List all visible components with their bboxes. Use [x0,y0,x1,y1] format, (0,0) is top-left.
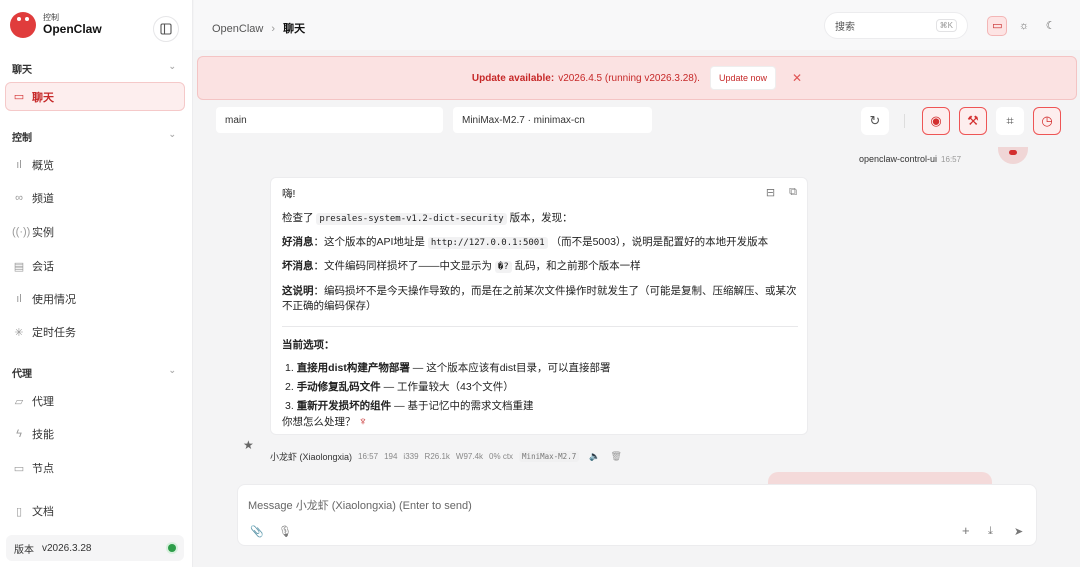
link-icon: ∞ [15,192,23,204]
signal-icon: ((·)) [12,226,31,238]
message-meta-user: openclaw-control-ui 16:57 [859,154,962,164]
attach-icon[interactable]: 📎 [250,525,264,538]
status-dot [168,544,176,552]
monitor-icon: ▭ [13,462,25,475]
sidebar-item-docs[interactable]: ▯ 文档 [12,499,180,523]
zap-icon: ϟ [16,428,22,440]
search-input[interactable]: 搜索 ⌘K [824,12,968,39]
breadcrumb-root[interactable]: OpenClaw [212,23,263,35]
theme-switcher: ▭ ☼ ☾ [984,12,1064,39]
spinner-icon: ✳ [14,326,24,339]
update-banner: Update available: v2026.4.5 (running v20… [197,56,1077,100]
star-icon[interactable]: ★ [243,438,254,452]
clock-icon: ◷ [1041,113,1053,128]
sun-icon[interactable]: ☼ [1014,16,1034,36]
chevron-down-icon: ⌄ [168,365,176,375]
topbar: OpenClaw › 聊天 搜索 ⌘K ▭ ☼ ☾ [194,0,1080,50]
message-line: 坏消息：文件编码同样损坏了——中文显示为 �? 乱码，和之前那个版本一样 [282,260,641,273]
sidebar-item-instances[interactable]: ((·)) 实例 [12,220,180,244]
sidebar-item-usage[interactable]: ıl 使用情况 [12,287,180,311]
lobster-icon: ♆ [358,414,368,428]
sidebar-item-channels[interactable]: ∞ 频道 [12,186,180,210]
version-badge: 版本 v2026.3.28 [6,535,184,561]
divider [904,114,905,128]
chevron-down-icon: ⌄ [168,129,176,139]
message-question: 你想怎么处理？ ♆ [282,414,368,428]
breadcrumb-current: 聊天 [283,23,306,35]
speaker-icon[interactable]: 🔈 [589,451,600,462]
list-item: 3. 重新开发损坏的组件 — 基于记忆中的需求文档重建 [285,400,534,412]
folder-icon: ▱ [14,395,24,408]
microphone-icon[interactable]: 🎙 [278,525,292,538]
history-button[interactable]: ◷ [1033,107,1061,135]
sidebar-item-agents[interactable]: ▱ 代理 [12,389,180,413]
assistant-message: ⊟ ⧉ 嗨! 检查了 presales-system-v1.2-dict-sec… [270,177,808,435]
message-meta-assistant: 小龙虾 (Xiaolongxia) 16:57 194 i339 R26.1k … [270,451,622,462]
sidebar-item-skills[interactable]: ϟ 技能 [12,422,180,446]
sidebar-item-nodes[interactable]: ▭ 节点 [12,456,180,480]
tools-toggle-button[interactable]: ⚒ [959,107,987,135]
avatar [998,147,1028,164]
brand[interactable]: 控制 OpenClaw [10,12,102,38]
refresh-button[interactable]: ↻ [861,107,889,135]
brain-icon: ◉ [930,113,942,128]
download-icon[interactable]: ⤓ [988,525,993,538]
lobster-logo-icon [10,12,36,38]
divider [282,326,798,327]
search-shortcut: ⌘K [935,19,957,32]
refresh-icon: ↻ [869,113,881,128]
chart-icon: ıl [16,293,22,305]
session-select[interactable]: main [216,107,443,133]
trash-icon[interactable]: 🗑 [610,451,621,462]
section-control[interactable]: 控制 ⌄ [12,129,180,144]
breadcrumb: OpenClaw › 聊天 [212,23,306,35]
chat-icon: ▭ [13,91,25,103]
section-chat[interactable]: 聊天 ⌄ [12,61,180,76]
message-composer[interactable]: Message 小龙虾 (Xiaolongxia) (Enter to send… [237,484,1037,546]
brand-name: OpenClaw [43,21,102,36]
moon-icon[interactable]: ☾ [1041,16,1061,36]
focus-icon: ⌗ [1006,113,1014,128]
banner-title: Update available: [471,72,555,84]
plus-icon[interactable]: + [962,523,970,538]
sidebar-item-overview[interactable]: ıl 概览 [12,153,180,177]
wrench-icon: ⚒ [967,113,979,128]
sidebar-toggle-icon [160,23,172,35]
collapse-sidebar-button[interactable] [153,16,179,42]
sidebar-item-chat[interactable]: ▭ 聊天 [5,82,185,111]
section-agents[interactable]: 代理 ⌄ [12,365,180,380]
options-title: 当前选项： [282,339,335,351]
send-icon[interactable]: ➤ [1014,525,1023,538]
update-now-button[interactable]: Update now [709,66,777,90]
sidebar-item-sessions[interactable]: ▤ 会话 [12,254,180,278]
message-line: 这说明：编码损坏不是今天操作导致的，而是在之前某次文件操作时就发生了（可能是复制… [282,285,797,312]
message-input[interactable]: Message 小龙虾 (Xiaolongxia) (Enter to send… [248,497,472,513]
model-select[interactable]: MiniMax-M2.7 · minimax-cn [453,107,652,133]
banner-text: v2026.4.5 (running v2026.3.28). [558,72,700,84]
chart-icon: ıl [16,159,22,171]
book-icon: ▯ [15,505,23,518]
sidebar-item-cron[interactable]: ✳ 定时任务 [12,320,180,344]
document-icon: ▤ [13,260,25,273]
message-line: 好消息：这个版本的API地址是 http://127.0.0.1:5001 （而… [282,236,769,249]
message-line: 检查了 presales-system-v1.2-dict-security 版… [282,212,573,225]
focus-button[interactable]: ⌗ [996,107,1024,135]
chevron-down-icon: ⌄ [168,61,176,71]
close-icon[interactable]: ✕ [792,71,802,85]
monitor-icon[interactable]: ▭ [987,15,1008,36]
list-item: 1. 直接用dist构建产物部署 — 这个版本应该有dist目录，可以直接部署 [285,362,611,374]
message-greeting: 嗨! [282,188,296,200]
list-item: 2. 手动修复乱码文件 — 工作量较大（43个文件） [285,381,514,393]
sidebar: 控制 OpenClaw 聊天 ⌄ ▭ 聊天 控制 ⌄ ıl 概览 ∞ 频道 ((·)) 实例… [0,0,193,567]
thinking-toggle-button[interactable]: ◉ [922,107,950,135]
